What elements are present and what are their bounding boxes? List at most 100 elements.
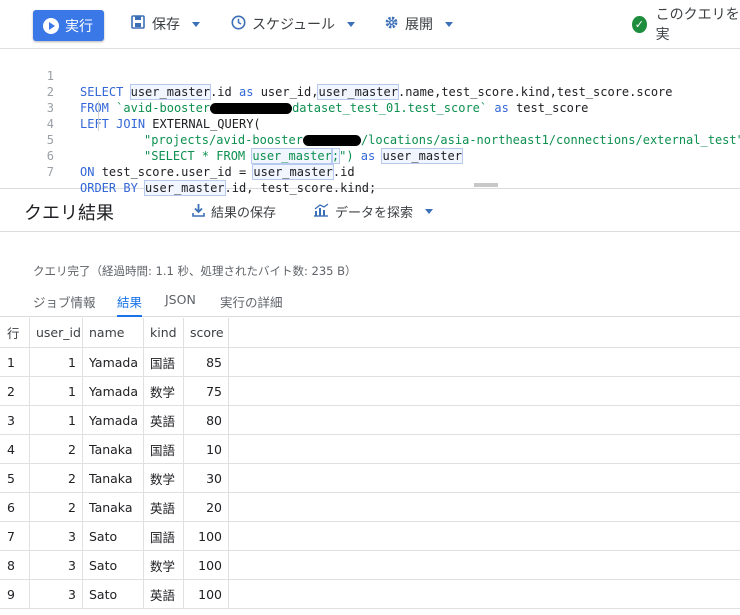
code-line: 3 LEFT JOIN EXTERNAL_QUERY( — [0, 84, 740, 131]
save-results-label: 結果の保存 — [211, 206, 277, 221]
table-row: 2 1 Yamada 数学 75 — [0, 377, 740, 406]
table-cell: 数学 — [144, 377, 184, 405]
table-cell: 2 — [0, 377, 30, 405]
tab-json[interactable]: JSON — [165, 292, 196, 317]
query-status: ✓ このクエリを実 — [632, 7, 740, 43]
table-cell: 1 — [30, 348, 83, 376]
table-row: 5 2 Tanaka 数学 30 — [0, 464, 740, 493]
clock-icon — [230, 15, 246, 34]
code-line: 6 ON test_score.user_id = user_master.id — [0, 132, 740, 180]
sql-editor[interactable]: 1 SELECT user_master.id as user_id,user_… — [0, 48, 740, 196]
table-cell: Tanaka — [83, 435, 144, 463]
code-text: .id — [332, 165, 355, 179]
table-cell: 国語 — [144, 348, 184, 376]
table-cell: 9 — [0, 580, 30, 608]
table-cell: 3 — [30, 551, 83, 579]
column-header: user_id — [30, 318, 83, 347]
schedule-label: スケジュール — [252, 17, 336, 33]
table-cell: 30 — [184, 464, 229, 492]
table-cell: 3 — [30, 522, 83, 550]
run-button[interactable]: 実行 — [33, 10, 104, 41]
code-line: 7 ORDER BY user_master.id, test_score.ki… — [0, 148, 740, 196]
table-cell: 数学 — [144, 464, 184, 492]
table-cell: 2 — [30, 493, 83, 521]
save-menu-button[interactable]: 保存 — [130, 12, 200, 36]
tab-job-info[interactable]: ジョブ情報 — [33, 292, 96, 317]
gear-icon — [383, 15, 399, 34]
table-cell: Sato — [83, 551, 144, 579]
table-cell: Yamada — [83, 406, 144, 434]
table-cell: 100 — [184, 551, 229, 579]
table-cell: 5 — [0, 464, 30, 492]
table-cell: 75 — [184, 377, 229, 405]
table-cell: 20 — [184, 493, 229, 521]
table-cell: 国語 — [144, 522, 184, 550]
code-text: test_score.user_id = — [101, 165, 254, 179]
code-line: 4 "projects/avid-booster/locations/asia-… — [0, 100, 740, 147]
table-row: 1 1 Yamada 国語 85 — [0, 348, 740, 377]
table-cell: 英語 — [144, 406, 184, 434]
run-button-label: 実行 — [65, 18, 93, 35]
table-cell: 数学 — [144, 551, 184, 579]
table-cell: 6 — [0, 493, 30, 521]
save-label: 保存 — [152, 17, 180, 33]
table-cell: 3 — [30, 580, 83, 608]
table-cell: 2 — [30, 464, 83, 492]
table-cell: 7 — [0, 522, 30, 550]
results-title: クエリ結果 — [24, 203, 114, 224]
explore-data-label: データを探索 — [335, 206, 414, 221]
table-cell: 英語 — [144, 580, 184, 608]
save-results-button[interactable]: 結果の保存 — [192, 202, 276, 221]
table-header-row: 行 user_id name kind score — [0, 318, 740, 348]
caret-down-icon — [425, 209, 434, 214]
table-cell: 英語 — [144, 493, 184, 521]
keyword: ON — [80, 165, 95, 179]
table-cell: 10 — [184, 435, 229, 463]
line-number: 7 — [46, 165, 54, 179]
table-cell: 2 — [30, 435, 83, 463]
table-cell: 8 — [0, 551, 30, 579]
toolbar: 実行 保存 スケジュール 展開 ✓ このクエリを実 — [0, 0, 740, 50]
identifier: user_master — [252, 164, 334, 180]
tab-execution-details[interactable]: 実行の詳細 — [220, 292, 283, 317]
table-row: 9 3 Sato 英語 100 — [0, 580, 740, 609]
code-line: 5 "SELECT * FROM user_master;") as user_… — [0, 116, 740, 164]
table-cell: 100 — [184, 522, 229, 550]
table-cell: Yamada — [83, 377, 144, 405]
table-cell: Sato — [83, 580, 144, 608]
code-line: 1 SELECT user_master.id as user_id,user_… — [0, 52, 740, 100]
table-cell: Tanaka — [83, 493, 144, 521]
results-tabs: ジョブ情報 結果 JSON 実行の詳細 — [0, 287, 740, 317]
results-header: クエリ結果 結果の保存 データを探索 — [0, 190, 740, 232]
table-cell: Tanaka — [83, 464, 144, 492]
table-cell: 1 — [0, 348, 30, 376]
table-cell: 1 — [30, 377, 83, 405]
query-status-label: このクエリを実 — [655, 7, 740, 43]
check-circle-icon: ✓ — [632, 15, 647, 33]
table-row: 7 3 Sato 国語 100 — [0, 522, 740, 551]
column-header: 行 — [0, 318, 30, 347]
column-header: name — [83, 318, 144, 347]
table-cell: 85 — [184, 348, 229, 376]
table-cell: 国語 — [144, 435, 184, 463]
caret-down-icon — [192, 21, 200, 27]
deploy-menu-button[interactable]: 展開 — [383, 12, 453, 36]
table-cell: Yamada — [83, 348, 144, 376]
chart-icon — [313, 202, 329, 221]
play-icon — [43, 17, 59, 34]
table-cell: Sato — [83, 522, 144, 550]
explore-data-button[interactable]: データを探索 — [313, 202, 434, 221]
code-line: 2 FROM `avid-booster dataset_test_01.test… — [0, 68, 740, 115]
schedule-menu-button[interactable]: スケジュール — [230, 12, 356, 36]
table-row: 3 1 Yamada 英語 80 — [0, 406, 740, 435]
caret-down-icon — [445, 21, 453, 27]
column-header: kind — [144, 318, 184, 347]
table-cell: 80 — [184, 406, 229, 434]
table-row: 4 2 Tanaka 国語 10 — [0, 435, 740, 464]
table-row: 6 2 Tanaka 英語 20 — [0, 493, 740, 522]
tab-results[interactable]: 結果 — [117, 292, 143, 317]
save-icon — [130, 15, 146, 33]
editor-resize-handle[interactable] — [474, 183, 498, 187]
download-icon — [192, 203, 205, 221]
table-cell: 3 — [0, 406, 30, 434]
